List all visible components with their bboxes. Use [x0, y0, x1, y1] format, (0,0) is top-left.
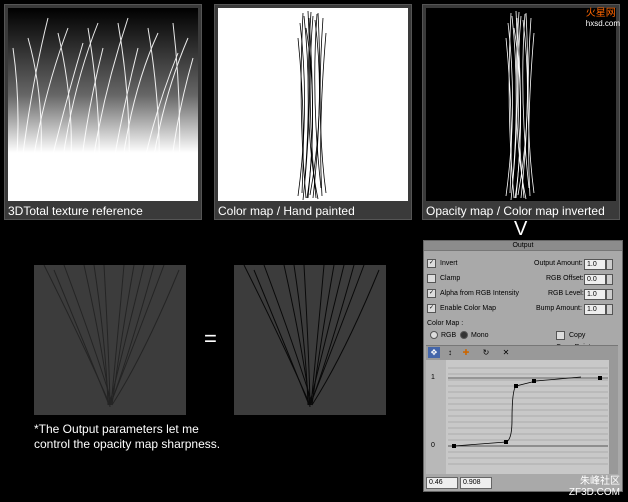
output-amount-label: Output Amount:	[534, 260, 583, 267]
bump-amount-spinner[interactable]	[606, 304, 613, 315]
check-icon: ✓	[427, 288, 436, 298]
alpha-label: Alpha from RGB Intensity	[440, 290, 519, 297]
rollout-title[interactable]: Output	[424, 241, 622, 251]
opacity-map-image	[426, 8, 616, 201]
rgb-offset-label: RGB Offset:	[546, 275, 584, 282]
equals-sign: =	[204, 326, 217, 351]
panel-caption: Color map / Hand painted	[218, 204, 355, 218]
color-map-image	[218, 8, 408, 201]
scale-icon[interactable]: ↕	[444, 347, 456, 358]
check-icon: ✓	[427, 258, 436, 268]
invert-checkbox[interactable]: ✓ Invert	[427, 258, 458, 270]
checkbox-icon	[427, 273, 436, 283]
panel-caption: 3DTotal texture reference	[8, 204, 143, 218]
delete-point-icon[interactable]: ✕	[500, 347, 512, 358]
sharp-opacity-demo	[234, 265, 386, 415]
reset-icon[interactable]: ↻	[480, 347, 492, 358]
color-map-panel: Color map / Hand painted	[214, 4, 412, 220]
mono-radio-label: Mono	[471, 332, 489, 339]
output-note: *The Output parameters let me control th…	[34, 422, 234, 452]
insert-point-icon[interactable]: ✚	[460, 347, 472, 358]
alpha-from-rgb-checkbox[interactable]: ✓ Alpha from RGB Intensity	[427, 288, 519, 300]
soft-opacity-demo	[34, 265, 186, 415]
x-value-field[interactable]: 0.46	[426, 477, 458, 489]
rgb-level-field[interactable]: 1.0	[584, 289, 606, 300]
rgb-level-spinner[interactable]	[606, 289, 613, 300]
rgb-offset-field[interactable]: 0.0	[584, 274, 606, 285]
y-value-field[interactable]: 0.908	[460, 477, 492, 489]
color-map-group-label: Color Map :	[427, 320, 464, 327]
site-logo: 火星网 hxsd.com	[586, 4, 620, 28]
curve-toolbar: ✥ ↕ ✚ ↻ ✕	[426, 345, 618, 360]
output-amount-field[interactable]: 1.0	[584, 259, 606, 270]
checkbox-icon	[556, 330, 565, 340]
check-icon: ✓	[427, 303, 436, 313]
texture-reference-image	[8, 8, 198, 201]
logo-url: hxsd.com	[585, 19, 620, 28]
rgb-radio[interactable]: RGB	[430, 330, 456, 342]
note-line-2: control the opacity map sharpness.	[34, 437, 221, 451]
enable-color-map-checkbox[interactable]: ✓ Enable Color Map	[427, 303, 496, 315]
enable-label: Enable Color Map	[440, 305, 497, 312]
watermark-brand: 朱峰社区	[580, 476, 620, 487]
move-icon[interactable]: ✥	[428, 347, 440, 358]
invert-label: Invert	[440, 260, 458, 267]
radio-icon	[430, 331, 438, 340]
down-arrow-icon: V	[514, 218, 528, 240]
opacity-map-panel: Opacity map / Color map inverted	[422, 4, 620, 220]
output-rollout: Output ✓ Invert Clamp ✓ Alpha from RGB Int…	[423, 240, 623, 492]
rollout-title-text: Output	[512, 242, 534, 249]
curve-graph[interactable]: 1 0	[426, 360, 618, 474]
logo-brand: 火星网	[585, 8, 616, 19]
clamp-label: Clamp	[440, 275, 461, 282]
graph-max-label: 1	[431, 374, 435, 381]
bump-amount-field[interactable]: 1.0	[584, 304, 606, 315]
watermark-url: ZF3D.COM	[568, 487, 620, 498]
rgb-level-label: RGB Level:	[548, 290, 584, 297]
bump-amount-label: Bump Amount:	[536, 305, 582, 312]
panel-caption: Opacity map / Color map inverted	[426, 204, 605, 218]
copy-curve-points-checkbox[interactable]: Copy CurvePoints	[556, 330, 622, 351]
note-line-1: *The Output parameters let me	[34, 422, 199, 436]
texture-reference-panel: 3DTotal texture reference	[4, 4, 202, 220]
radio-selected-icon	[460, 331, 468, 340]
watermark: 朱峰社区 ZF3D.COM	[569, 472, 620, 498]
mono-radio[interactable]: Mono	[460, 330, 489, 342]
clamp-checkbox[interactable]: Clamp	[427, 273, 460, 285]
rgb-offset-spinner[interactable]	[606, 274, 613, 285]
graph-min-label: 0	[431, 442, 435, 449]
rgb-radio-label: RGB	[441, 332, 457, 339]
output-amount-spinner[interactable]	[606, 259, 613, 270]
